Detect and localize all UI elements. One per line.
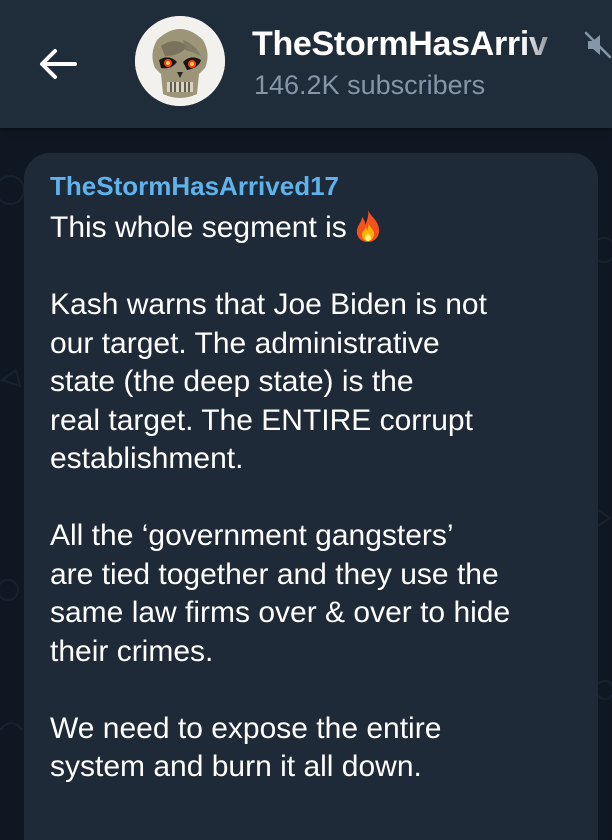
arrow-left-icon [40,49,77,79]
message-paragraph-text: This whole segment is [50,211,347,244]
muted-speaker-icon [584,31,612,59]
channel-avatar[interactable] [135,16,225,106]
sender-name[interactable]: TheStormHasArrived17 [50,169,339,203]
title-fade [522,22,582,66]
message-text: This whole segment is Kash warns that Jo… [50,209,590,787]
message-paragraph: This whole segment is [50,209,590,248]
telegram-channel-screen: TheStormHasArriv 146.2K subscribers TheS… [0,0,612,840]
fire-icon [356,210,379,242]
channel-title-text: TheStormHasArriv [252,25,548,63]
message-paragraph: We need to expose the entire system and … [50,711,442,784]
channel-title[interactable]: TheStormHasArriv [252,22,582,66]
punisher-skull-avatar [135,16,225,106]
message-paragraph: All the ‘government gangsters’ are tied … [50,519,511,668]
channel-header: TheStormHasArriv 146.2K subscribers [0,0,612,128]
message-bubble[interactable]: TheStormHasArrived17 This whole segment … [24,153,598,840]
subscriber-count: 146.2K subscribers [254,70,486,100]
message-paragraph: Kash warns that Joe Biden is not our tar… [50,288,487,475]
back-button[interactable] [30,36,86,92]
